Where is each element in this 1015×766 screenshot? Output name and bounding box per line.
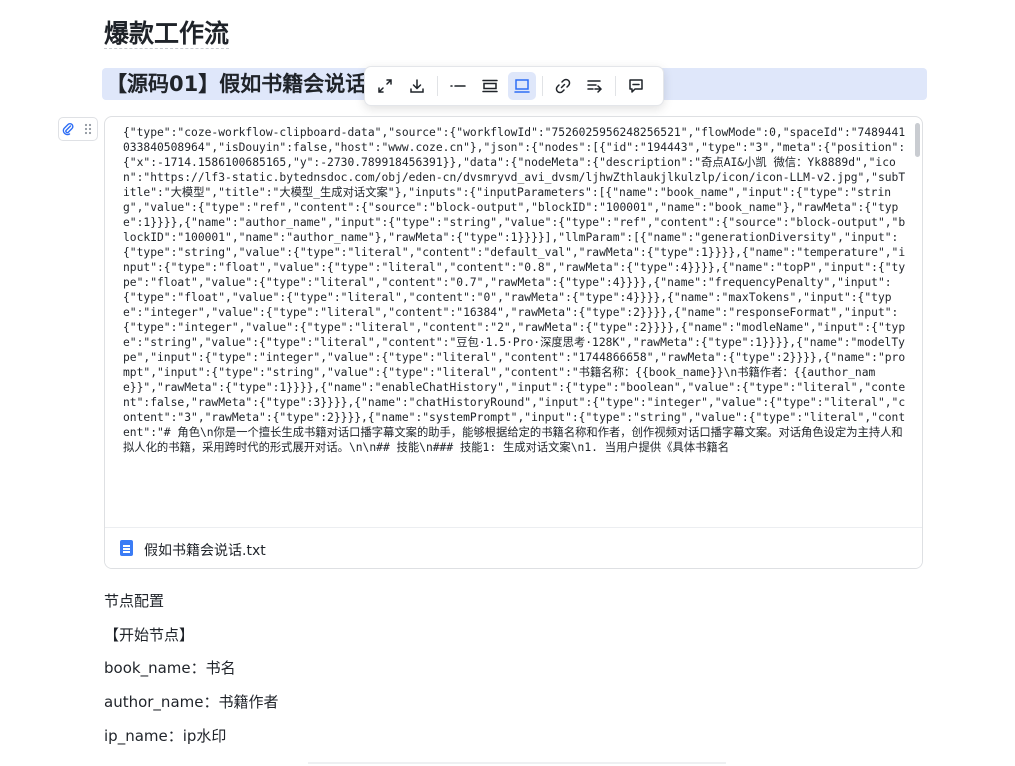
code-content[interactable]: {"type":"coze-workflow-clipboard-data","… bbox=[123, 125, 907, 455]
link-icon bbox=[555, 78, 571, 94]
node-config-text: 节点配置 bbox=[104, 592, 165, 610]
convert-button[interactable] bbox=[581, 72, 609, 100]
comment-icon bbox=[629, 79, 643, 93]
code-viewer[interactable]: {"type":"coze-workflow-clipboard-data","… bbox=[123, 125, 907, 527]
txt-file-icon bbox=[120, 540, 133, 556]
link-button[interactable] bbox=[549, 72, 577, 100]
file-name[interactable]: 假如书籍会说话.txt bbox=[144, 540, 266, 560]
toolbar-divider bbox=[615, 76, 616, 96]
ip-name-text: ip_name：ip水印 bbox=[104, 727, 227, 745]
code-attachment-card: {"type":"coze-workflow-clipboard-data","… bbox=[104, 116, 923, 569]
file-attachment-bar[interactable]: 假如书籍会说话.txt bbox=[105, 527, 922, 568]
expand-icon bbox=[378, 79, 392, 93]
block-handle[interactable] bbox=[58, 117, 98, 141]
expand-button[interactable] bbox=[371, 72, 399, 100]
toolbar-divider bbox=[437, 76, 438, 96]
book-name-text: book_name：书名 bbox=[104, 659, 236, 677]
page-title-text: 爆款工作流 bbox=[104, 19, 230, 49]
collapse-line-icon bbox=[450, 85, 466, 87]
toolbar-divider bbox=[542, 76, 543, 96]
bottom-divider bbox=[308, 762, 726, 764]
block-view-button[interactable] bbox=[476, 72, 504, 100]
block-view-icon bbox=[482, 79, 498, 93]
code-scrollbar[interactable] bbox=[915, 123, 920, 157]
code-block-toolbar bbox=[364, 66, 664, 106]
section-heading[interactable]: 【源码01】假如书籍会说话 bbox=[106, 70, 366, 98]
card-view-button[interactable] bbox=[508, 72, 536, 100]
download-icon bbox=[410, 79, 424, 93]
comment-button[interactable] bbox=[622, 72, 650, 100]
attachment-icon bbox=[62, 122, 74, 136]
page-title: 爆款工作流 bbox=[104, 14, 230, 50]
start-node-text: 【开始节点】 bbox=[104, 626, 195, 644]
line-view-button[interactable] bbox=[444, 72, 472, 100]
download-button[interactable] bbox=[403, 72, 431, 100]
convert-icon bbox=[587, 80, 603, 93]
author-name-text: author_name：书籍作者 bbox=[104, 693, 279, 711]
card-view-icon bbox=[514, 79, 530, 93]
drag-handle-icon bbox=[84, 123, 92, 135]
